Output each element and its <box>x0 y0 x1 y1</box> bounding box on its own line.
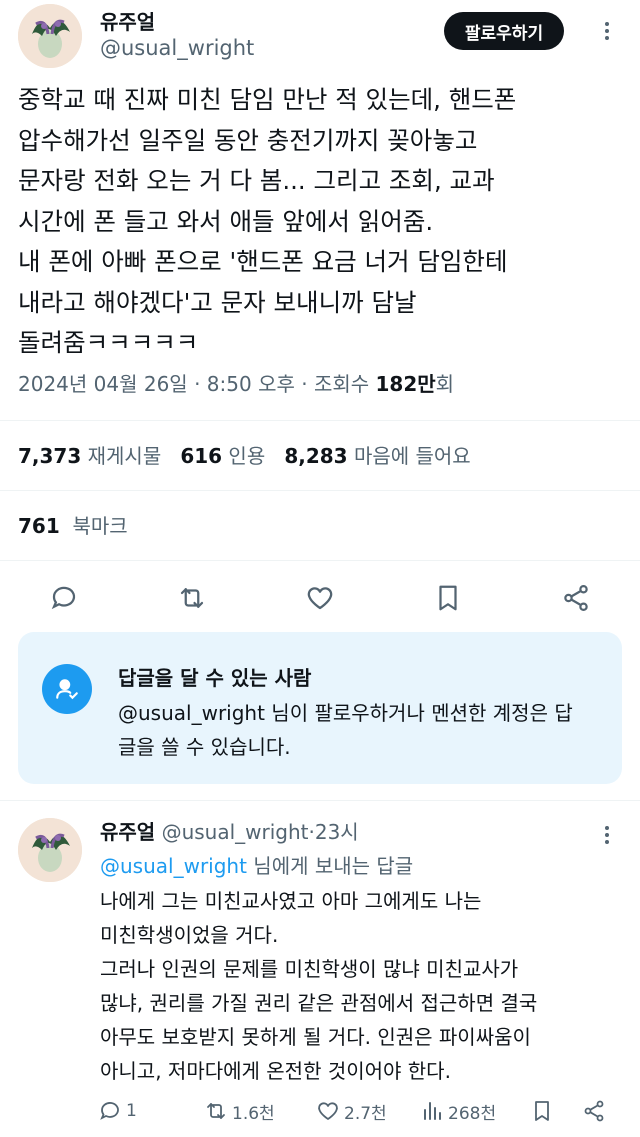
reply-reply-button[interactable]: 1 <box>98 1094 137 1128</box>
reply-to-suffix: 님에게 보내는 답글 <box>246 854 414 878</box>
quotes-value: 616 <box>180 444 223 468</box>
retweets-value: 7,373 <box>18 444 82 468</box>
reply-icon[interactable] <box>44 578 84 618</box>
like-count: 2.7천 <box>344 1103 387 1124</box>
replying-to: @usual_wright 님에게 보내는 답글 <box>100 850 413 879</box>
share-icon[interactable] <box>556 578 596 618</box>
reply-more-options-icon[interactable] <box>592 820 622 850</box>
reply-icon <box>100 1102 119 1120</box>
bookmarks-value: 761 <box>18 514 60 538</box>
author-handle[interactable]: @usual_wright <box>100 36 254 60</box>
stats-row: 7,373 재게시물 616 인용 8,283 마음에 들어요 <box>18 440 471 469</box>
reply-bookmark-button[interactable] <box>530 1094 558 1128</box>
divider <box>0 560 640 561</box>
reply-to-mention[interactable]: @usual_wright <box>100 854 247 878</box>
views-icon <box>424 1102 441 1120</box>
quotes-stat[interactable]: 616 인용 <box>180 444 265 468</box>
reply-header: 유주얼 @usual_wright·23시 <box>100 816 359 845</box>
mention-user-icon <box>42 664 92 714</box>
retweet-count: 1.6천 <box>232 1103 275 1124</box>
meta-separator: · <box>194 372 201 396</box>
reply-author-avatar[interactable] <box>18 818 82 882</box>
author-avatar[interactable] <box>18 4 82 68</box>
meta-separator: · <box>301 372 308 396</box>
reply-count: 1 <box>126 1101 137 1121</box>
views-suffix: 회 <box>435 372 455 396</box>
divider <box>0 800 640 801</box>
follow-button[interactable]: 팔로우하기 <box>444 12 564 50</box>
retweets-stat[interactable]: 7,373 재게시물 <box>18 444 161 468</box>
tweet-meta: 2024년 04월 26일 · 8:50 오후 · 조회수 182만회 <box>18 368 454 397</box>
retweet-icon <box>207 1103 225 1119</box>
share-icon <box>584 1100 604 1122</box>
bookmarks-stat[interactable]: 761 북마크 <box>18 510 128 539</box>
likes-stat[interactable]: 8,283 마음에 들어요 <box>284 444 470 468</box>
divider <box>0 490 640 491</box>
retweets-label: 재게시물 <box>87 444 162 468</box>
reply-card-title: 답글을 달 수 있는 사람 <box>118 666 312 690</box>
retweet-icon[interactable] <box>172 578 212 618</box>
reply-text: 나에게 그는 미친교사였고 아마 그에게도 나는 미친학생이었을 거다. 그러나… <box>100 889 538 1083</box>
bookmark-icon[interactable] <box>428 578 468 618</box>
likes-value: 8,283 <box>284 444 348 468</box>
views-value: 182만 <box>375 372 436 396</box>
more-options-icon[interactable] <box>592 16 622 46</box>
view-count: 268천 <box>448 1103 497 1124</box>
author-name[interactable]: 유주얼 <box>100 6 155 35</box>
reply-author-handle[interactable]: @usual_wright <box>162 820 309 844</box>
tweet-text: 중학교 때 진짜 미친 담임 만난 적 있는데, 핸드폰 압수해가선 일주일 동… <box>18 85 517 357</box>
bookmark-icon <box>535 1101 549 1121</box>
tweet-date[interactable]: 2024년 04월 26일 <box>18 372 188 396</box>
reply-views-button[interactable]: 268천 <box>420 1094 496 1128</box>
bookmarks-label: 북마크 <box>72 514 128 538</box>
reply-card-body: @usual_wright 님이 팔로우하거나 멘션한 계정은 답글을 쓸 수 … <box>118 701 573 759</box>
likes-label: 마음에 들어요 <box>353 444 471 468</box>
like-icon[interactable] <box>300 578 340 618</box>
views-label: 조회수 <box>313 372 370 396</box>
reply-retweet-button[interactable]: 1.6천 <box>204 1094 275 1128</box>
reply-author-name[interactable]: 유주얼 <box>100 820 155 844</box>
reply-share-button[interactable] <box>582 1094 610 1128</box>
quotes-label: 인용 <box>228 444 266 468</box>
like-icon <box>318 1102 338 1120</box>
tweet-time[interactable]: 8:50 오후 <box>207 372 295 396</box>
divider <box>0 420 640 421</box>
reply-like-button[interactable]: 2.7천 <box>316 1094 387 1128</box>
reply-time[interactable]: 23시 <box>315 820 359 844</box>
